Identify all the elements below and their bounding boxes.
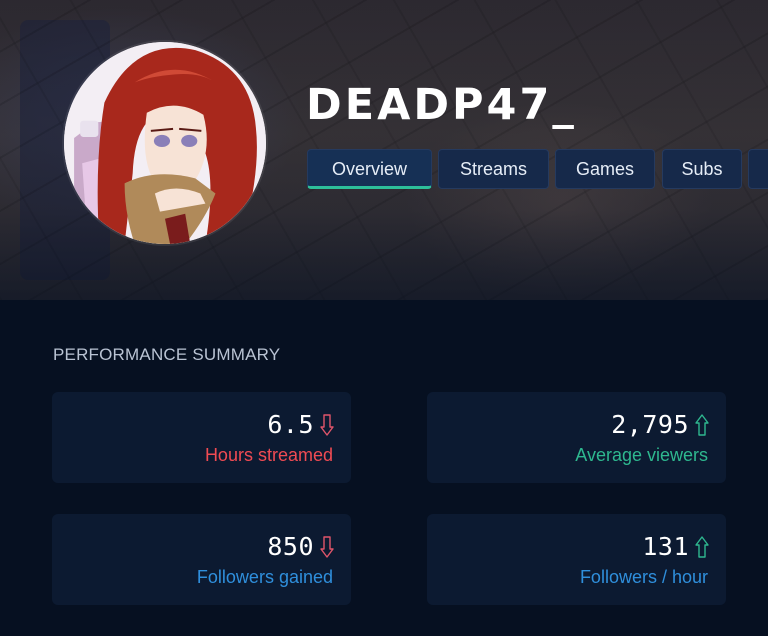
stat-label: Followers gained (196, 567, 333, 587)
tab-overview[interactable]: Overview (307, 149, 432, 189)
stat-value: 6.5 (267, 410, 314, 439)
stat-label: Followers / hour (579, 567, 708, 587)
stat-value: 850 (267, 532, 314, 561)
channel-avatar[interactable] (64, 42, 266, 244)
channel-page: DEADP47_ Overview Streams Games Subs PER… (0, 0, 768, 636)
stat-value-row: 2,795 (611, 410, 709, 440)
stat-card-hours-streamed: 6.5 Hours streamed (52, 392, 351, 483)
stat-value-row: 6.5 (267, 410, 334, 440)
stat-label: Average viewers (575, 445, 708, 465)
stat-value: 131 (642, 532, 689, 561)
arrow-down-icon (320, 414, 334, 436)
tab-subs[interactable]: Subs (662, 149, 742, 189)
arrow-up-icon (695, 536, 709, 558)
stat-card-followers-gained: 850 Followers gained (52, 514, 351, 605)
stat-value: 2,795 (611, 410, 689, 439)
tab-more[interactable] (748, 149, 768, 189)
stat-card-followers-per-hour: 131 Followers / hour (427, 514, 726, 605)
tab-games[interactable]: Games (555, 149, 655, 189)
avatar-image (64, 42, 266, 244)
stat-value-row: 131 (642, 532, 709, 562)
stat-value-row: 850 (267, 532, 334, 562)
arrow-up-icon (695, 414, 709, 436)
section-title: PERFORMANCE SUMMARY (53, 345, 281, 364)
stat-card-average-viewers: 2,795 Average viewers (427, 392, 726, 483)
tab-streams[interactable]: Streams (438, 149, 549, 189)
channel-banner: DEADP47_ Overview Streams Games Subs (0, 0, 768, 300)
channel-name: DEADP47_ (306, 80, 577, 130)
stat-label: Hours streamed (204, 445, 333, 465)
arrow-down-icon (320, 536, 334, 558)
